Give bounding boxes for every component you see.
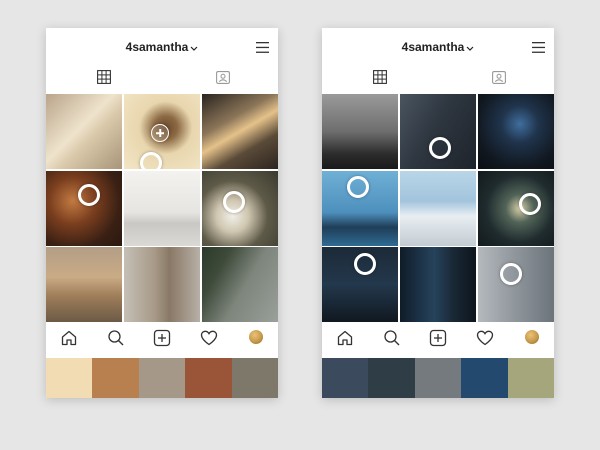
color-palette bbox=[322, 358, 554, 398]
grid-icon[interactable] bbox=[373, 70, 387, 84]
focus-ring-marker bbox=[353, 252, 376, 275]
profile-header: 4samantha bbox=[46, 28, 278, 68]
photo-tile[interactable] bbox=[322, 170, 398, 246]
grid-icon[interactable] bbox=[97, 70, 111, 84]
hamburger-menu-icon[interactable] bbox=[532, 42, 545, 53]
profile-header: 4samantha bbox=[322, 28, 554, 68]
username-switcher[interactable]: 4samantha bbox=[46, 40, 278, 55]
focus-plus-marker bbox=[151, 124, 170, 142]
chevron-down-icon bbox=[466, 41, 474, 55]
photo-tile[interactable] bbox=[202, 94, 278, 169]
add-post-icon[interactable] bbox=[429, 329, 447, 347]
photo-grid bbox=[46, 94, 278, 322]
palette-swatch bbox=[507, 358, 554, 398]
add-post-icon[interactable] bbox=[153, 329, 171, 347]
color-palette bbox=[46, 358, 278, 398]
photo-grid bbox=[322, 94, 554, 322]
palette-swatch bbox=[414, 358, 462, 398]
bottom-nav bbox=[46, 324, 278, 354]
palette-swatch bbox=[461, 358, 508, 398]
photo-tile[interactable] bbox=[400, 94, 476, 169]
photo-tile[interactable] bbox=[124, 247, 200, 322]
photo-tile[interactable] bbox=[46, 247, 122, 322]
photo-tile[interactable] bbox=[124, 170, 200, 246]
palette-swatch bbox=[185, 358, 232, 398]
photo-tile[interactable] bbox=[202, 247, 278, 322]
username-switcher[interactable]: 4samantha bbox=[322, 40, 554, 55]
photo-tile[interactable] bbox=[202, 170, 278, 246]
photo-tile[interactable] bbox=[124, 94, 200, 169]
home-icon[interactable] bbox=[336, 329, 354, 347]
photo-tile[interactable] bbox=[46, 170, 122, 246]
heart-icon[interactable] bbox=[476, 329, 494, 347]
palette-swatch bbox=[322, 358, 369, 398]
search-icon[interactable] bbox=[383, 329, 401, 347]
photo-tile[interactable] bbox=[322, 247, 398, 322]
profile-tabs bbox=[322, 68, 554, 94]
username-label: 4samantha bbox=[125, 40, 189, 54]
profile-avatar[interactable] bbox=[525, 330, 539, 344]
palette-swatch bbox=[92, 358, 139, 398]
profile-tabs bbox=[46, 68, 278, 94]
focus-ring-marker bbox=[140, 152, 163, 169]
photo-tile[interactable] bbox=[478, 170, 554, 246]
bottom-nav bbox=[322, 324, 554, 354]
photo-tile[interactable] bbox=[46, 94, 122, 169]
hamburger-menu-icon[interactable] bbox=[256, 42, 269, 53]
home-icon[interactable] bbox=[60, 329, 78, 347]
focus-ring-marker bbox=[518, 192, 541, 215]
search-icon[interactable] bbox=[107, 329, 125, 347]
photo-tile[interactable] bbox=[400, 170, 476, 246]
photo-tile[interactable] bbox=[322, 94, 398, 169]
heart-icon[interactable] bbox=[200, 329, 218, 347]
focus-ring-marker bbox=[77, 183, 100, 206]
username-label: 4samantha bbox=[401, 40, 465, 54]
photo-tile[interactable] bbox=[478, 247, 554, 322]
tagged-photos-icon[interactable] bbox=[216, 70, 230, 84]
focus-ring-marker bbox=[222, 191, 245, 213]
phone-mockup-left: 4samantha bbox=[46, 28, 278, 398]
palette-swatch bbox=[138, 358, 186, 398]
palette-swatch bbox=[368, 358, 415, 398]
photo-tile[interactable] bbox=[478, 94, 554, 169]
focus-ring-marker bbox=[347, 176, 370, 198]
photo-tile[interactable] bbox=[400, 247, 476, 322]
chevron-down-icon bbox=[190, 41, 198, 55]
profile-avatar[interactable] bbox=[249, 330, 263, 344]
phone-mockup-right: 4samantha bbox=[322, 28, 554, 398]
focus-ring-marker bbox=[499, 263, 522, 285]
palette-swatch bbox=[231, 358, 278, 398]
focus-ring-marker bbox=[428, 137, 451, 159]
tagged-photos-icon[interactable] bbox=[492, 70, 506, 84]
palette-swatch bbox=[46, 358, 93, 398]
